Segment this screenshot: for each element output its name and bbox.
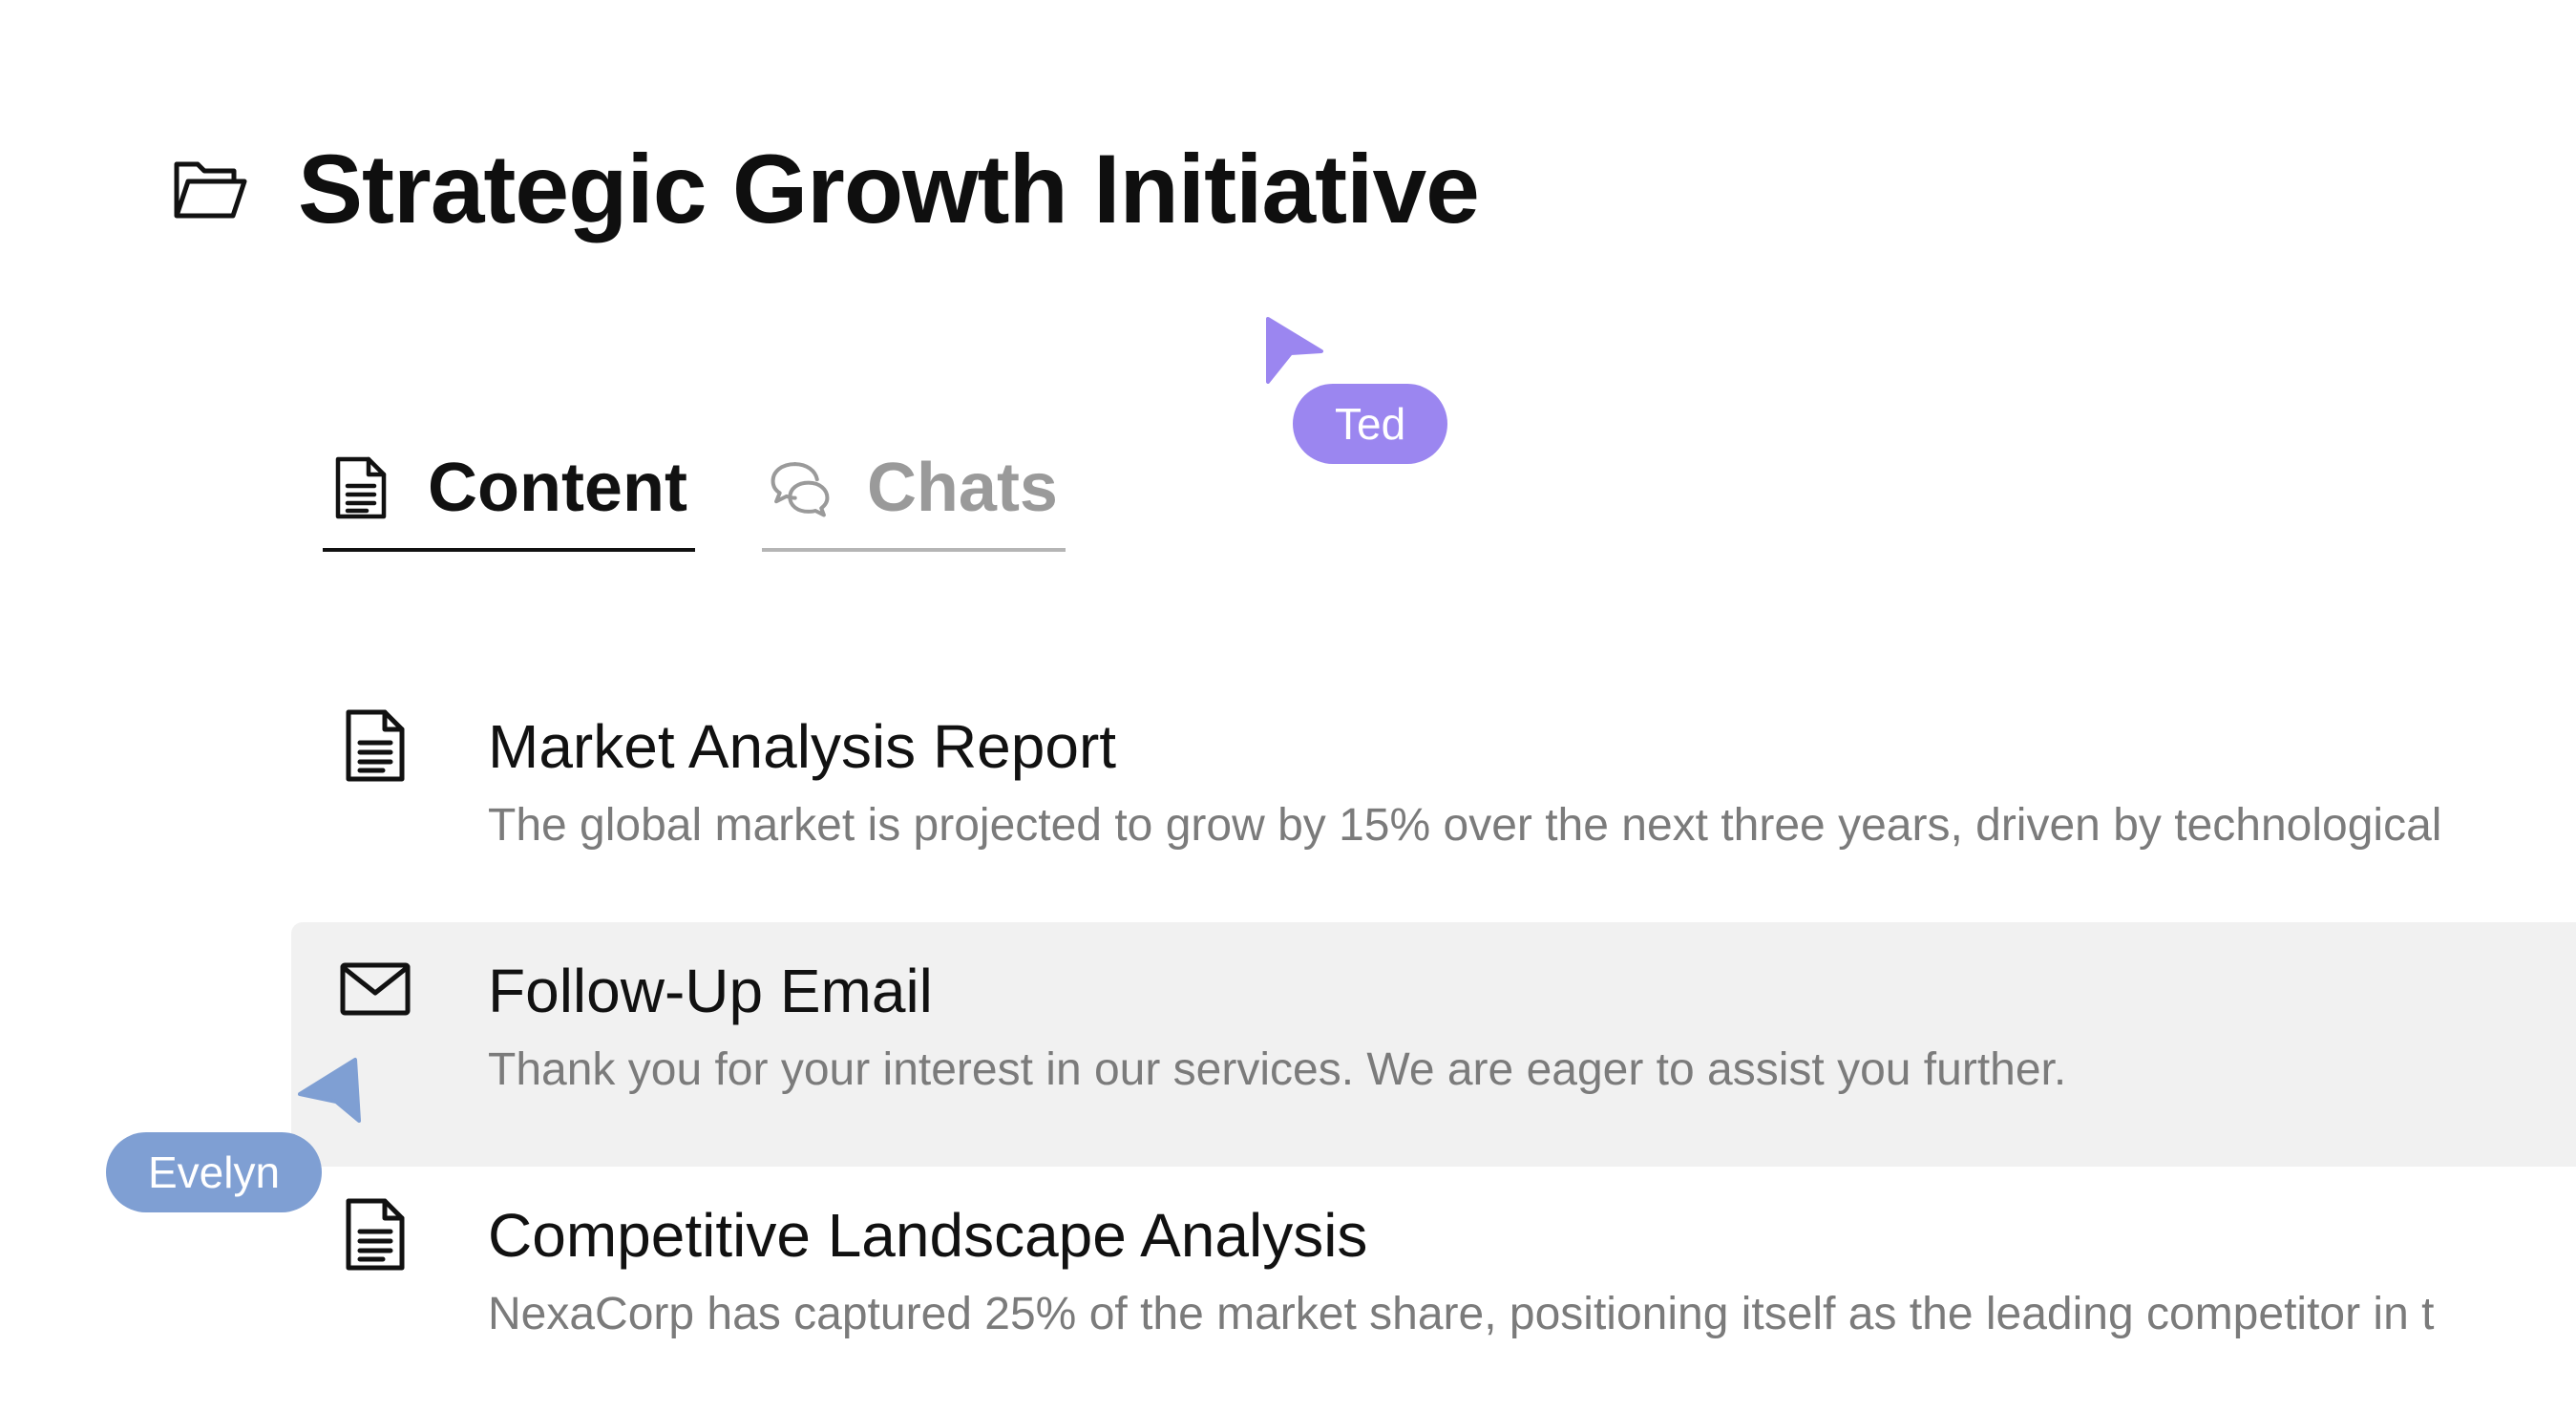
tab-bar: Content Chats [323, 449, 1066, 552]
envelope-icon [339, 953, 412, 1044]
item-title: Competitive Landscape Analysis [488, 1201, 1368, 1270]
item-text: Market Analysis Report The global market… [488, 708, 2576, 922]
tab-label: Chats [866, 450, 1058, 526]
collaborator-label-ted: Ted [1293, 384, 1448, 464]
tab-chats[interactable]: Chats [761, 449, 1066, 552]
collaborator-cursor-ted [1258, 315, 1327, 389]
tab-content[interactable]: Content [323, 449, 695, 552]
chat-bubbles-icon [770, 453, 831, 522]
tab-label: Content [428, 450, 687, 526]
collaborator-cursor-evelyn [296, 1056, 365, 1129]
cursor-arrow-icon [1266, 317, 1323, 384]
item-description: The global market is projected to grow b… [488, 800, 2442, 851]
content-list: Market Analysis Report The global market… [291, 678, 2576, 1411]
item-description: Thank you for your interest in our servi… [488, 1044, 2067, 1095]
item-text: Competitive Landscape Analysis NexaCorp … [488, 1197, 2576, 1411]
document-icon [330, 453, 391, 522]
item-text: Follow-Up Email Thank you for your inter… [488, 953, 2576, 1167]
cursor-arrow-icon [298, 1058, 361, 1123]
item-title: Follow-Up Email [488, 957, 933, 1025]
collaborator-label-evelyn: Evelyn [106, 1132, 323, 1212]
page-title: Strategic Growth Initiative [298, 135, 1480, 243]
list-item[interactable]: Competitive Landscape Analysis NexaCorp … [291, 1167, 2576, 1411]
document-icon [339, 708, 412, 790]
document-icon [339, 1197, 412, 1279]
folder-open-icon [172, 152, 248, 228]
item-title: Market Analysis Report [488, 712, 1117, 781]
item-description: NexaCorp has captured 25% of the market … [488, 1289, 2435, 1339]
list-item[interactable]: Market Analysis Report The global market… [291, 678, 2576, 922]
list-item[interactable]: Follow-Up Email Thank you for your inter… [291, 922, 2576, 1167]
page-header: Strategic Growth Initiative [172, 134, 1480, 245]
